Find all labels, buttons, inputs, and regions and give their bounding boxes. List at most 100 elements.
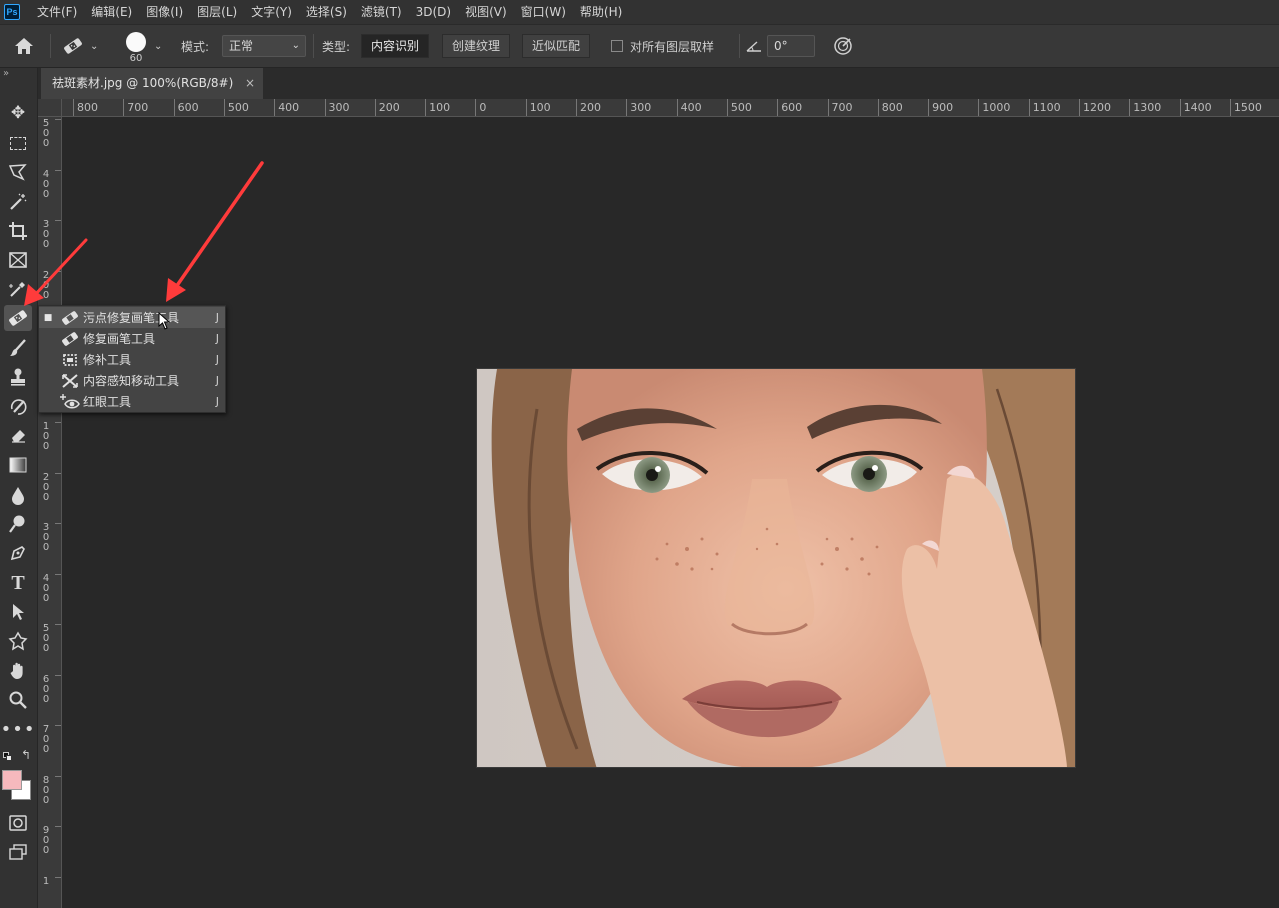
history-brush-icon [10, 399, 27, 415]
menu-edit[interactable]: 编辑(E) [84, 0, 139, 24]
type-proximity-match-button[interactable]: 近似匹配 [522, 34, 591, 58]
menu-image[interactable]: 图像(I) [139, 0, 190, 24]
flyout-item-content-aware-move[interactable]: 内容感知移动工具 J [39, 370, 225, 391]
magic-wand-tool[interactable] [4, 189, 32, 215]
flyout-item-label: 红眼工具 [83, 395, 132, 409]
home-button[interactable] [14, 25, 40, 67]
brush-size-picker[interactable]: 60 ⌄ [124, 25, 168, 67]
eraser-tool[interactable] [4, 423, 32, 449]
ruler-tick-label: 400 [42, 572, 50, 604]
foreground-color-swatch[interactable] [2, 770, 22, 790]
eyedropper-tool[interactable] [4, 276, 32, 302]
menu-3d[interactable]: 3D(D) [409, 0, 458, 24]
menu-type[interactable]: 文字(Y) [244, 0, 299, 24]
angle-input[interactable]: 0° [767, 35, 815, 57]
ruler-tick-label: 1400 [1179, 99, 1212, 116]
sample-all-layers-checkbox[interactable] [611, 40, 623, 52]
blur-tool[interactable] [4, 482, 32, 508]
eyedropper-icon [9, 282, 25, 297]
more-dots-icon: ••• [0, 718, 36, 740]
gradient-tool[interactable] [4, 452, 32, 478]
clone-stamp-tool[interactable] [4, 364, 32, 390]
pen-tool[interactable] [4, 540, 32, 566]
type-tool[interactable]: T [4, 570, 32, 596]
ruler-tick [55, 472, 61, 474]
marquee-tool[interactable] [4, 130, 32, 156]
flyout-item-shortcut: J [215, 395, 219, 408]
flyout-item-label: 修复画笔工具 [83, 332, 156, 346]
options-bar: ⌄ 60 ⌄ 模式: 正常 ⌄ 类型: 内容识别 创建纹理 近似匹配 对所有图层… [0, 24, 1279, 68]
clone-stamp-icon [11, 368, 25, 386]
healing-brush-icon [57, 331, 83, 347]
ruler-tick-label: 700 [123, 99, 148, 116]
lasso-tool[interactable] [4, 159, 32, 185]
healing-tools-flyout-menu: ■ 污点修复画笔工具 J 修复画笔工具 J 修补工具 J 内容感知移动工具 J [38, 305, 226, 413]
ruler-tick-label: 900 [928, 99, 953, 116]
flyout-item-patch-tool[interactable]: 修补工具 J [39, 349, 225, 370]
menu-file[interactable]: 文件(F) [30, 0, 84, 24]
frame-tool[interactable] [4, 247, 32, 273]
edit-toolbar-button[interactable]: ••• [1, 716, 35, 742]
ruler-tick [55, 573, 61, 575]
path-selection-tool[interactable] [4, 599, 32, 625]
ruler-tick [55, 624, 61, 625]
chevron-down-icon: ⌄ [154, 40, 163, 52]
close-tab-icon[interactable]: × [245, 68, 255, 99]
flyout-item-healing-brush[interactable]: 修复画笔工具 J [39, 328, 225, 349]
flyout-item-spot-healing-brush[interactable]: ■ 污点修复画笔工具 J [39, 307, 225, 328]
marquee-icon [10, 136, 26, 150]
dodge-icon [9, 515, 25, 533]
crop-tool[interactable] [4, 218, 32, 244]
screen-mode-icon [9, 844, 27, 860]
swap-colors-icon[interactable]: ↰ [21, 748, 31, 762]
tool-preset-picker[interactable]: ⌄ [62, 25, 106, 67]
magic-wand-icon [10, 193, 27, 210]
mouse-cursor-icon [158, 312, 171, 330]
pressure-button[interactable] [833, 25, 855, 67]
default-colors-icon[interactable] [3, 752, 13, 762]
ruler-tick [55, 775, 61, 777]
quick-mask-button[interactable] [4, 810, 32, 836]
type-content-aware-button[interactable]: 内容识别 [361, 34, 430, 58]
document-image-portrait[interactable] [476, 368, 1076, 768]
spot-healing-brush-icon [9, 310, 27, 326]
history-brush-tool[interactable] [4, 394, 32, 420]
document-tab[interactable]: 祛斑素材.jpg @ 100%(RGB/8#) × [41, 68, 263, 99]
screen-mode-button[interactable] [4, 839, 32, 865]
ruler-tick-label: 800 [877, 99, 903, 116]
brush-tool[interactable] [4, 335, 32, 361]
ruler-tick-label: 200 [576, 99, 601, 116]
collapse-panel-icon[interactable]: » [3, 68, 9, 79]
ruler-tick [55, 725, 61, 726]
ruler-tick-label: 100 [425, 99, 450, 116]
ruler-tick [55, 876, 61, 878]
move-tool[interactable]: ✥ [4, 100, 32, 126]
menu-view[interactable]: 视图(V) [458, 0, 514, 24]
spot-healing-brush-tool[interactable] [4, 305, 32, 331]
custom-shape-tool[interactable] [4, 628, 32, 654]
menu-window[interactable]: 窗口(W) [514, 0, 573, 24]
type-label: 类型: [322, 39, 351, 54]
dodge-tool[interactable] [4, 511, 32, 537]
ruler-tick-label: 1000 [978, 99, 1010, 116]
sample-all-layers-option[interactable]: 对所有图层取样 [611, 25, 714, 67]
menu-select[interactable]: 选择(S) [299, 0, 354, 24]
ruler-origin[interactable] [38, 99, 62, 117]
ruler-tick-label: 300 [324, 99, 350, 116]
menu-help[interactable]: 帮助(H) [573, 0, 629, 24]
type-create-texture-button[interactable]: 创建纹理 [442, 34, 511, 58]
ruler-tick [55, 119, 61, 120]
hand-tool[interactable] [4, 658, 32, 684]
ruler-tick-label: 600 [42, 673, 50, 705]
ruler-tick-label: 500 [42, 118, 50, 149]
menu-layer[interactable]: 图层(L) [190, 0, 244, 24]
mode-select[interactable]: 正常 ⌄ [222, 35, 306, 57]
ruler-tick [55, 220, 61, 221]
flyout-item-label: 污点修复画笔工具 [83, 311, 180, 325]
flyout-item-red-eye[interactable]: 红眼工具 J [39, 391, 225, 412]
ruler-tick-label: 500 [223, 99, 249, 116]
menu-filter[interactable]: 滤镜(T) [354, 0, 409, 24]
flyout-item-shortcut: J [215, 311, 219, 324]
flyout-item-shortcut: J [215, 353, 219, 366]
zoom-tool[interactable] [4, 687, 32, 713]
